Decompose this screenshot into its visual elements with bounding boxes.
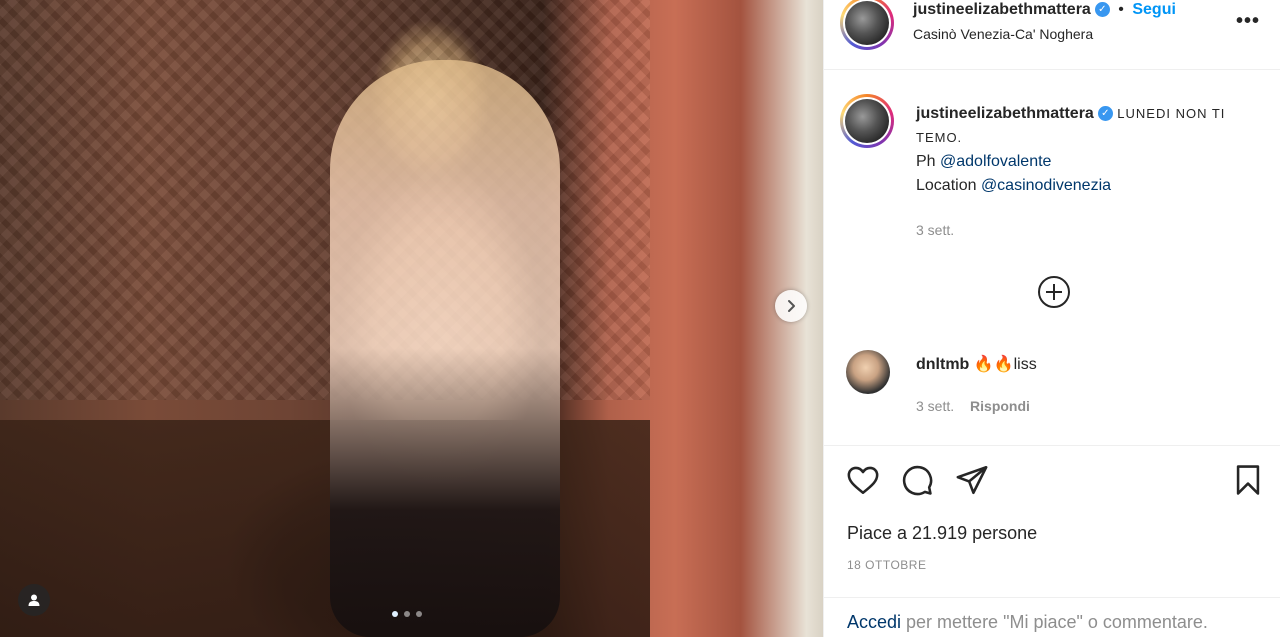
image-figure [330, 60, 560, 637]
like-button[interactable] [846, 463, 880, 502]
caption-avatar-image [845, 99, 889, 143]
caption-ph-prefix: Ph [916, 153, 941, 170]
caption-photographer-line: Ph @adolfovalente [916, 150, 1268, 174]
more-options-button[interactable]: ••• [1236, 10, 1260, 33]
likes-count[interactable]: Piace a 21.919 persone [847, 523, 1037, 544]
carousel-indicator [392, 611, 422, 617]
share-icon [956, 465, 988, 495]
carousel-dot [404, 611, 410, 617]
caption-timestamp[interactable]: 3 sett. [916, 218, 1268, 242]
post-header: justineelizabethmattera ✓ • Segui Casinò … [824, 0, 1280, 70]
caption-loc-prefix: Location [916, 177, 981, 194]
comment-username[interactable]: dnltmb [916, 356, 969, 373]
login-prompt-text: per mettere "Mi piace" o commentare. [901, 612, 1208, 632]
load-more-comments-button[interactable] [1037, 275, 1070, 308]
mention-location-link[interactable]: @casinodivenezia [981, 177, 1111, 194]
comment-icon [902, 465, 933, 496]
caption-location-line: Location @casinodivenezia [916, 174, 1268, 198]
chevron-right-icon [788, 300, 795, 312]
post-location[interactable]: Casinò Venezia-Ca' Noghera [913, 26, 1093, 42]
comment-text: 🔥🔥liss [973, 356, 1037, 373]
author-avatar[interactable] [840, 0, 894, 50]
post-sidebar: justineelizabethmattera ✓ • Segui Casinò … [823, 0, 1280, 637]
commenter-avatar[interactable] [846, 350, 890, 394]
verified-icon: ✓ [1097, 106, 1113, 122]
reply-button[interactable]: Rispondi [970, 398, 1030, 414]
verified-icon: ✓ [1094, 2, 1110, 18]
follow-button[interactable]: Segui [1132, 1, 1176, 18]
comment-timestamp[interactable]: 3 sett. [916, 398, 954, 414]
action-bar [824, 445, 1280, 446]
plus-circle-icon [1038, 276, 1070, 308]
post-image[interactable] [0, 0, 823, 637]
mention-photographer-link[interactable]: @adolfovalente [940, 153, 1051, 170]
post-date[interactable]: 18 OTTOBRE [847, 558, 926, 572]
author-avatar-image [845, 1, 889, 45]
carousel-dot [416, 611, 422, 617]
header-user-line: justineelizabethmattera ✓ • Segui [913, 1, 1176, 19]
carousel-dot-active [392, 611, 398, 617]
login-link[interactable]: Accedi [847, 612, 901, 632]
comment-button[interactable] [900, 463, 934, 502]
header-separator: • [1118, 1, 1124, 18]
caption-username[interactable]: justineelizabethmattera [916, 105, 1094, 122]
comment: dnltmb 🔥🔥liss [916, 354, 1037, 374]
share-button[interactable] [955, 463, 989, 502]
user-tag-button[interactable] [18, 584, 50, 616]
comment-meta: 3 sett. Rispondi [916, 398, 1030, 414]
header-username[interactable]: justineelizabethmattera [913, 1, 1091, 18]
caption-avatar[interactable] [840, 94, 894, 148]
login-prompt: Accedi per mettere "Mi piace" o commenta… [847, 612, 1208, 633]
bookmark-icon [1236, 465, 1260, 495]
heart-icon [847, 466, 879, 495]
carousel-next-button[interactable] [775, 290, 807, 322]
user-tag-icon [28, 594, 40, 606]
save-button[interactable] [1231, 463, 1265, 502]
post-caption: justineelizabethmattera ✓ LUNEDI NON TI T… [916, 102, 1268, 242]
login-bar: Accedi per mettere "Mi piace" o commenta… [824, 597, 1280, 638]
